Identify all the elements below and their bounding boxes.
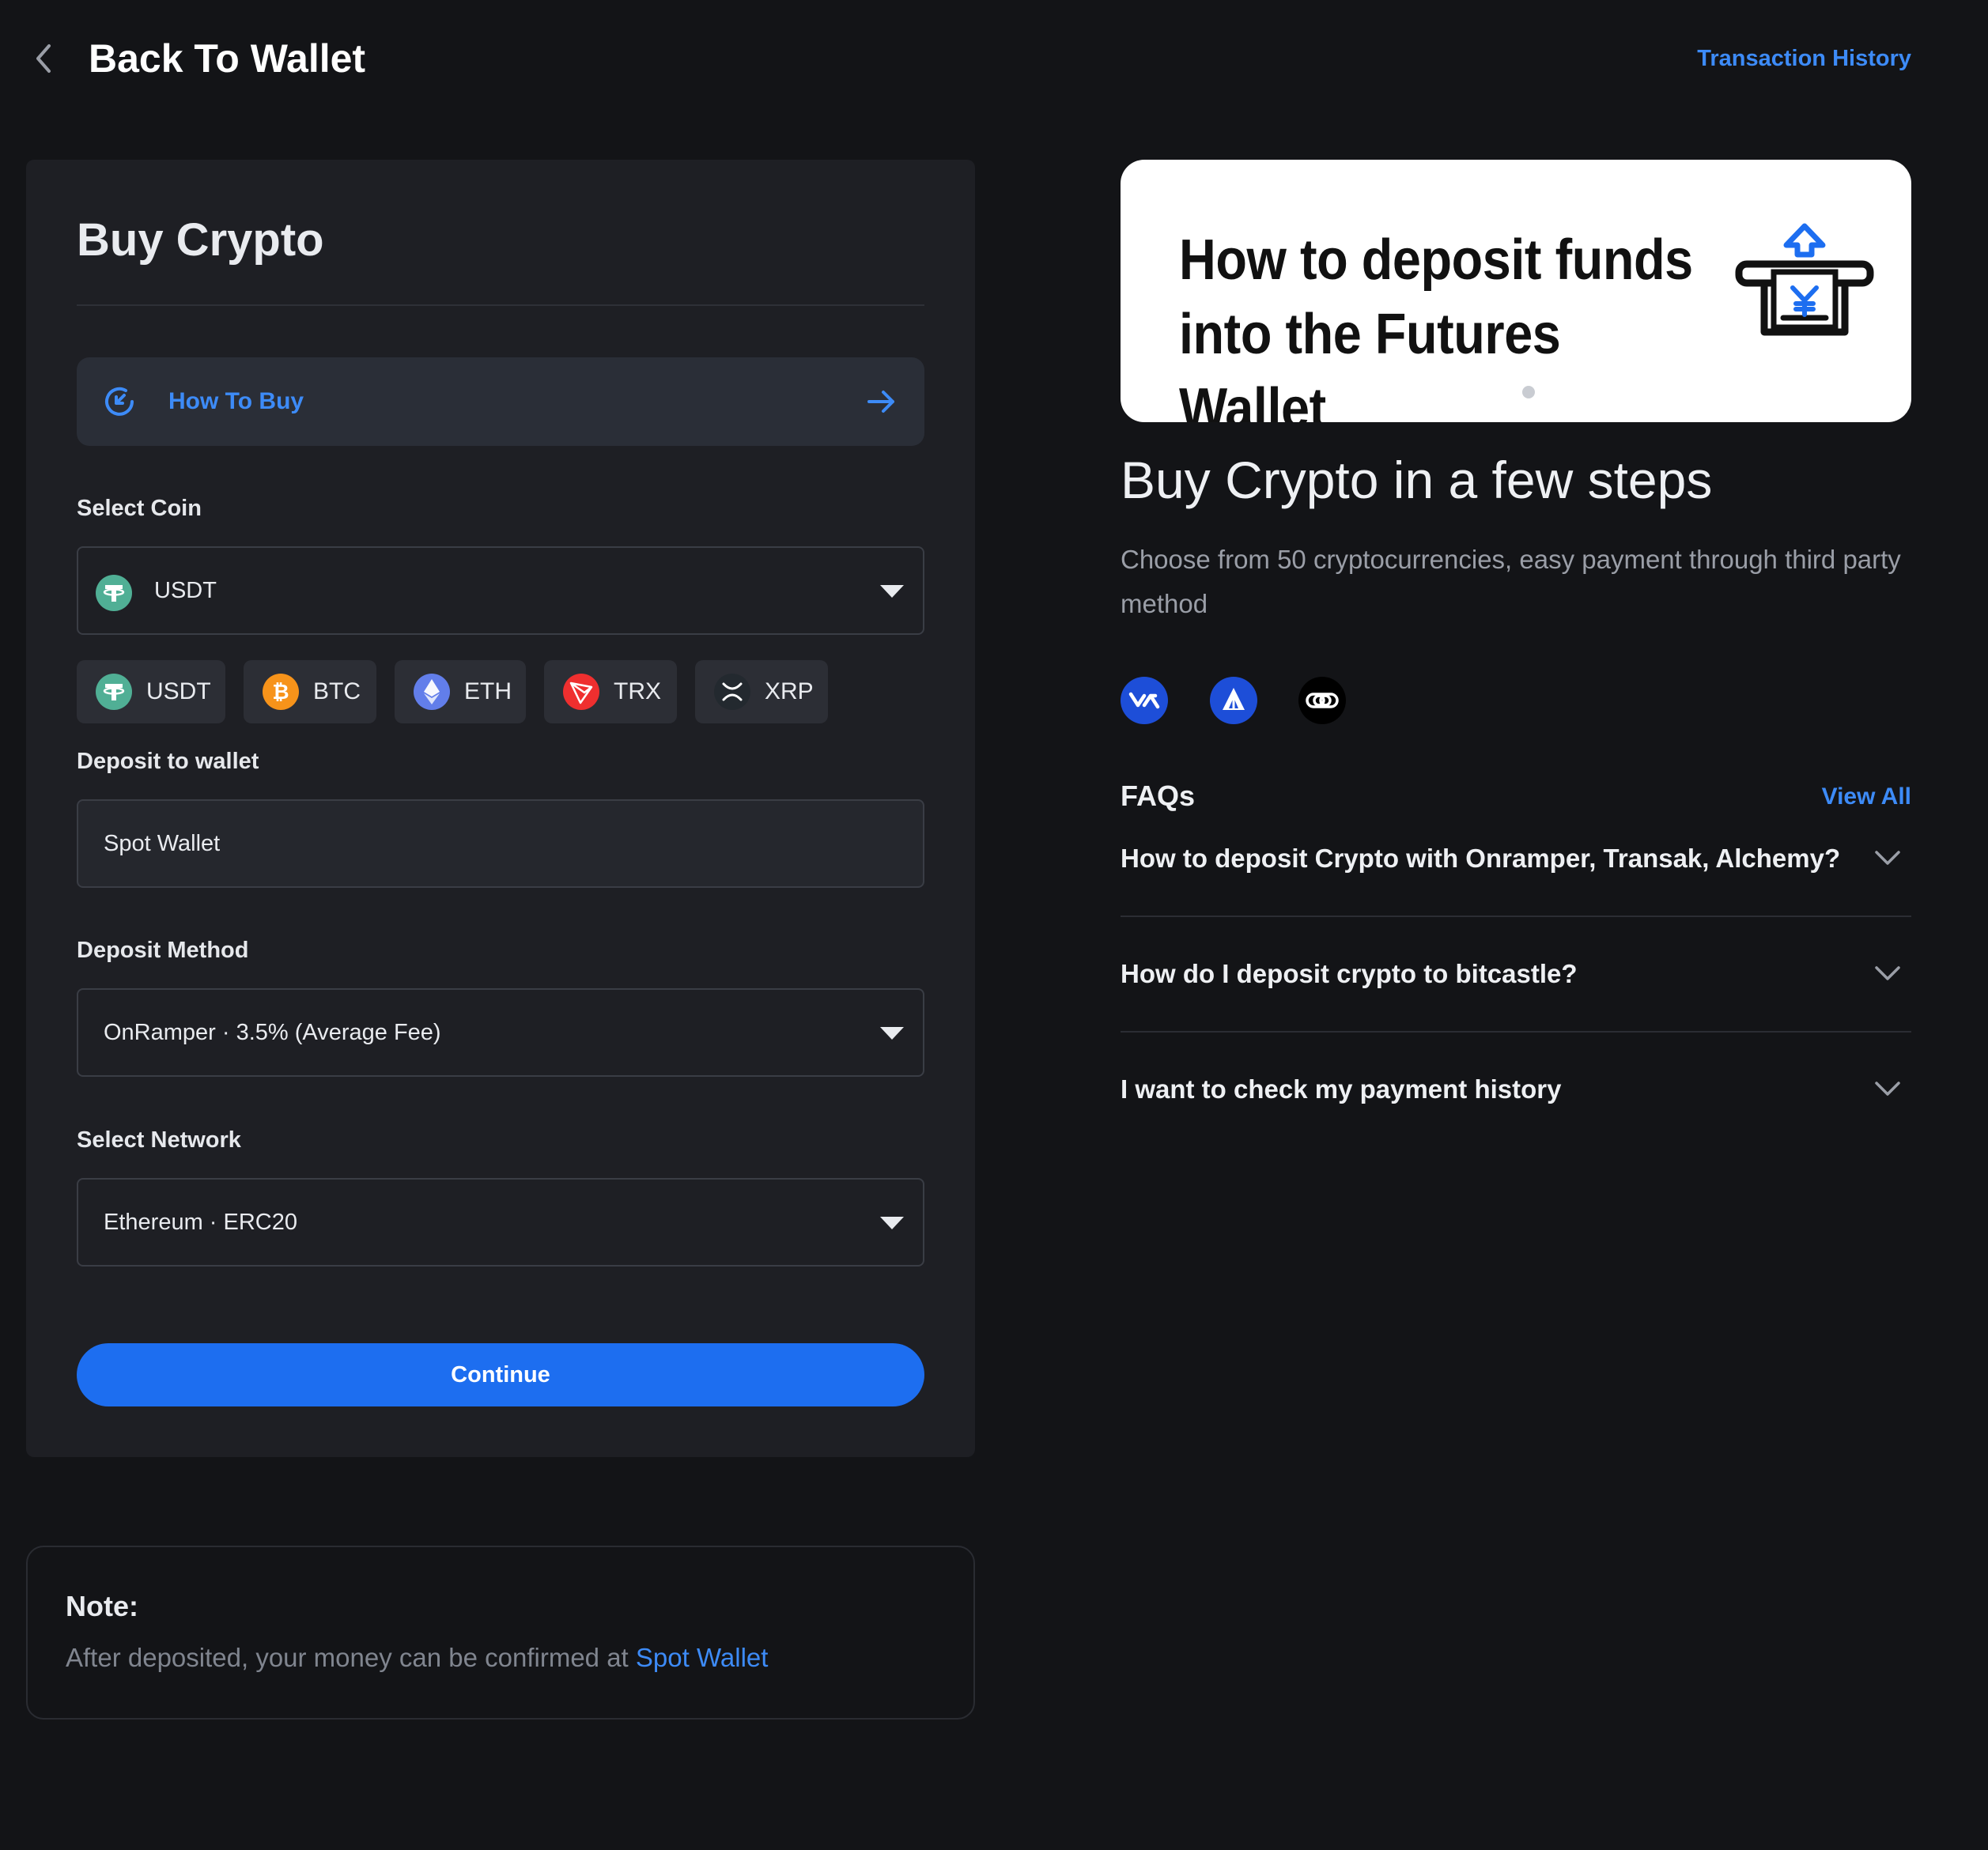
coin-chip-eth[interactable]: ETH xyxy=(395,660,526,723)
coin-chip-xrp[interactable]: XRP xyxy=(695,660,828,723)
usdt-icon xyxy=(96,674,132,710)
xrp-icon xyxy=(714,674,750,710)
note-card: Note: After deposited, your money can be… xyxy=(26,1546,975,1720)
faq-question: How do I deposit crypto to bitcastle? xyxy=(1121,959,1578,988)
faq-question: How to deposit Crypto with Onramper, Tra… xyxy=(1121,844,1841,873)
deposit-wallet-field[interactable]: Spot Wallet xyxy=(77,799,924,888)
onramper-icon[interactable] xyxy=(1121,677,1168,724)
select-network-label: Select Network xyxy=(77,1127,241,1153)
steps-subtitle: Choose from 50 cryptocurrencies, easy pa… xyxy=(1121,545,1901,618)
deposit-guide-banner[interactable]: How to deposit funds into the Futures Wa… xyxy=(1121,160,1911,422)
banner-text: How to deposit funds into the Futures Wa… xyxy=(1179,228,1693,422)
deposit-method-value: OnRamper · 3.5% (Average Fee) xyxy=(104,1020,441,1045)
chevron-down-icon xyxy=(1875,851,1900,865)
history-icon xyxy=(105,387,134,416)
continue-button[interactable]: Continue xyxy=(77,1343,924,1406)
coin-select-value: USDT xyxy=(154,578,217,603)
trx-icon xyxy=(563,674,599,710)
spot-wallet-link[interactable]: Spot Wallet xyxy=(636,1643,769,1672)
coin-chip-trx[interactable]: TRX xyxy=(544,660,677,723)
alchemy-icon[interactable] xyxy=(1210,677,1257,724)
note-text: After deposited, your money can be confi… xyxy=(66,1640,768,1675)
atm-deposit-icon xyxy=(1735,223,1874,336)
network-select[interactable]: Ethereum · ERC20 xyxy=(77,1178,924,1267)
faq-item[interactable]: How do I deposit crypto to bitcastle? xyxy=(1121,917,1911,1033)
coin-chip-label: ETH xyxy=(464,678,512,704)
back-to-wallet-link[interactable]: Back To Wallet xyxy=(89,33,365,84)
faq-item[interactable]: I want to check my payment history xyxy=(1121,1033,1911,1148)
coin-chip-label: USDT xyxy=(146,678,211,704)
coin-chip-label: BTC xyxy=(313,678,361,704)
steps-title: Buy Crypto in a few steps xyxy=(1121,451,1713,509)
deposit-wallet-label: Deposit to wallet xyxy=(77,749,259,774)
note-title: Note: xyxy=(66,1590,138,1622)
deposit-method-label: Deposit Method xyxy=(77,938,249,963)
svg-text:₿: ₿ xyxy=(272,681,289,704)
chevron-down-icon xyxy=(1875,966,1900,980)
arrow-right-icon xyxy=(867,391,894,413)
coin-select[interactable]: USDT xyxy=(77,546,924,635)
eth-icon xyxy=(414,674,450,710)
coin-chip-label: TRX xyxy=(614,678,661,704)
faq-item[interactable]: How to deposit Crypto with Onramper, Tra… xyxy=(1121,802,1911,917)
coin-chip-btc[interactable]: ₿ BTC xyxy=(244,660,376,723)
note-body: After deposited, your money can be confi… xyxy=(66,1643,636,1672)
btc-icon: ₿ xyxy=(263,674,299,710)
caret-down-icon xyxy=(880,1027,904,1040)
network-value: Ethereum · ERC20 xyxy=(104,1210,297,1235)
select-coin-label: Select Coin xyxy=(77,496,202,521)
faq-question: I want to check my payment history xyxy=(1121,1074,1562,1104)
carousel-dot[interactable] xyxy=(1522,386,1535,398)
coin-chip-usdt[interactable]: USDT xyxy=(77,660,225,723)
back-chevron-icon[interactable] xyxy=(28,40,60,77)
how-to-buy-button[interactable]: How To Buy xyxy=(77,357,924,446)
usdt-icon xyxy=(96,575,132,611)
card-title: Buy Crypto xyxy=(77,214,324,266)
transak-icon[interactable] xyxy=(1298,677,1346,724)
how-to-buy-label: How To Buy xyxy=(168,388,304,414)
transaction-history-link[interactable]: Transaction History xyxy=(1697,44,1911,73)
chevron-down-icon xyxy=(1875,1082,1900,1096)
deposit-wallet-value: Spot Wallet xyxy=(104,831,221,856)
caret-down-icon xyxy=(880,1217,904,1229)
coin-chip-label: XRP xyxy=(765,678,814,704)
caret-down-icon xyxy=(880,585,904,598)
divider xyxy=(77,304,924,306)
deposit-method-select[interactable]: OnRamper · 3.5% (Average Fee) xyxy=(77,988,924,1077)
buy-crypto-card: Buy Crypto How To Buy Select Coin USDT U xyxy=(26,160,975,1457)
